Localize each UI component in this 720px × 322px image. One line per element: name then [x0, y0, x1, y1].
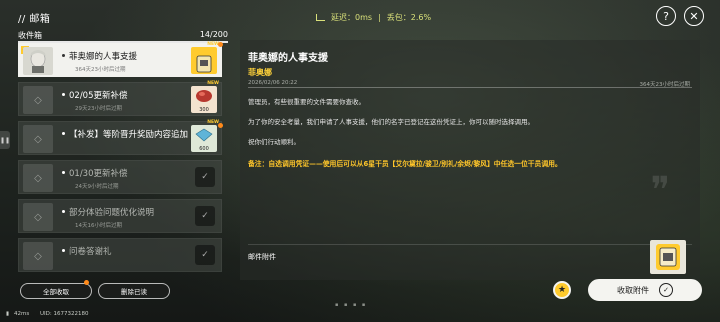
detail-note: 备注：自选调用凭证——使用后可以从6星干员【艾尔黛拉/骏卫/别礼/余烬/黎风】中… [248, 160, 562, 168]
bullet [62, 93, 65, 96]
food-item-icon [196, 90, 212, 102]
gem-item-icon [195, 128, 213, 142]
claimed-check-icon: ✓ [195, 206, 215, 226]
help-button[interactable]: ? [656, 6, 676, 26]
delete-read-label: 删除已读 [121, 288, 147, 296]
detail-paragraph: 为了你的安全考量，我们申请了人事支援，他们的名字已登记在这份凭证上，你可以随时选… [248, 118, 534, 126]
reward-thumbnail: 600 [191, 125, 217, 152]
top-bar: // 邮箱 延迟：0ms | 丢包：2.6% ? ✕ [0, 0, 720, 32]
detail-paragraph: 管理员，有些很重要的文件需要你查收。 [248, 98, 365, 106]
bullet [62, 54, 65, 57]
reward-thumbnail [191, 47, 217, 74]
bullet [62, 210, 65, 213]
mail-item[interactable]: ◇ 部分体验问题优化说明 14天16小时后过期 ✓ [18, 199, 222, 233]
mail-title: 部分体验问题优化说明 [69, 208, 155, 218]
new-tag: NEW [207, 81, 219, 86]
pause-icon: ❚❚ [0, 136, 11, 144]
question-icon: ? [663, 9, 669, 23]
sender-logo-icon: ◇ [23, 86, 53, 114]
star-icon: ★ [557, 285, 567, 295]
mail-expiry: 24天9小时后过期 [75, 184, 119, 190]
inbox-count: 14/200 [199, 30, 228, 39]
voucher-item-icon [196, 55, 212, 73]
uid-text: UID: 1677322180 [40, 311, 89, 317]
sender-logo-icon: ◇ [23, 242, 53, 270]
close-icon: ✕ [689, 9, 699, 23]
bullet [62, 132, 65, 135]
character-portrait-icon [30, 50, 46, 73]
new-indicator-dot [218, 42, 223, 47]
mail-title: 菲奥娜的人事支援 [69, 52, 138, 62]
claim-all-label: 全部收取 [43, 288, 69, 296]
claimed-check-icon: ✓ [195, 167, 215, 187]
attachment-item[interactable] [650, 240, 686, 274]
ping-icon: ▮ [6, 311, 10, 317]
mail-item[interactable]: ◇ 01/30更新补偿 24天9小时后过期 ✓ [18, 160, 222, 194]
page-title: // 邮箱 [18, 14, 51, 25]
sender-avatar [23, 47, 53, 75]
ping-text: 42ms [14, 311, 30, 317]
detail-date: 2026/02/06 20:22 [248, 80, 298, 86]
mail-title: 02/05更新补偿 [69, 91, 128, 101]
mail-detail-panel: 菲奥娜的人事支援 菲奥娜 2026/02/06 20:22 364天23小时后过… [240, 40, 700, 280]
reward-thumbnail: 300 [191, 86, 217, 113]
mail-expiry: 364天23小时后过期 [75, 67, 126, 73]
new-indicator-dot [84, 280, 89, 285]
voucher-item-icon [656, 244, 680, 270]
sender-logo-icon: ◇ [23, 164, 53, 192]
divider [248, 244, 692, 245]
claim-attachment-button[interactable]: 收取附件 ✓ [588, 279, 702, 301]
claim-attachment-label: 收取附件 [617, 285, 649, 295]
attachment-label: 邮件附件 [248, 253, 276, 261]
mail-title: 问卷答谢礼 [69, 247, 112, 257]
packet-loss-text: 丢包：2.6% [386, 13, 432, 22]
reward-count: 300 [199, 107, 209, 113]
divider: | [378, 13, 381, 22]
sender-logo-icon: ◇ [23, 125, 53, 153]
mail-title: 【补发】等阶晋升奖励内容追加 [69, 130, 189, 140]
detail-paragraph: 祝你们行动顺利。 [248, 138, 300, 146]
signal-icon [316, 14, 325, 21]
mail-item[interactable]: ★ 菲奥娜的人事支援 364天23小时后过期 NEW [18, 42, 222, 77]
divider [248, 87, 692, 88]
delete-read-button[interactable]: 删除已读 [98, 283, 170, 299]
claim-all-button[interactable]: 全部收取 [20, 283, 92, 299]
sender-logo-icon: ◇ [23, 203, 53, 231]
mail-item[interactable]: ◇ 问卷答谢礼 ✓ [18, 238, 222, 272]
mail-expiry: 14天16小时后过期 [75, 223, 122, 229]
latency-text: 延迟：0ms [331, 13, 373, 22]
claimed-check-icon: ✓ [195, 245, 215, 265]
quote-decoration: ❞ [650, 170, 670, 211]
check-icon: ✓ [659, 283, 673, 297]
reward-count: 600 [199, 146, 209, 152]
detail-sender: 菲奥娜 [248, 68, 272, 77]
footer: ▮ 42ms UID: 1677322180 [0, 306, 720, 322]
inbox-label: 收件箱 [18, 31, 42, 40]
close-button[interactable]: ✕ [684, 6, 704, 26]
mail-item[interactable]: ◇ 【补发】等阶晋升奖励内容追加 600 NEW [18, 120, 222, 155]
inbox-tab[interactable]: 收件箱 14/200 [18, 30, 228, 43]
detail-title: 菲奥娜的人事支援 [248, 53, 328, 64]
favorite-button[interactable]: ★ [553, 281, 571, 299]
mail-expiry: 29天23小时后过期 [75, 106, 122, 112]
bullet [62, 249, 65, 252]
network-status: 延迟：0ms | 丢包：2.6% [316, 12, 431, 23]
mail-item[interactable]: ◇ 02/05更新补偿 29天23小时后过期 300 NEW [18, 81, 222, 116]
side-handle[interactable]: ❚❚ [0, 131, 10, 149]
mail-title: 01/30更新补偿 [69, 169, 128, 179]
bullet [62, 171, 65, 174]
new-indicator-dot [218, 123, 223, 128]
